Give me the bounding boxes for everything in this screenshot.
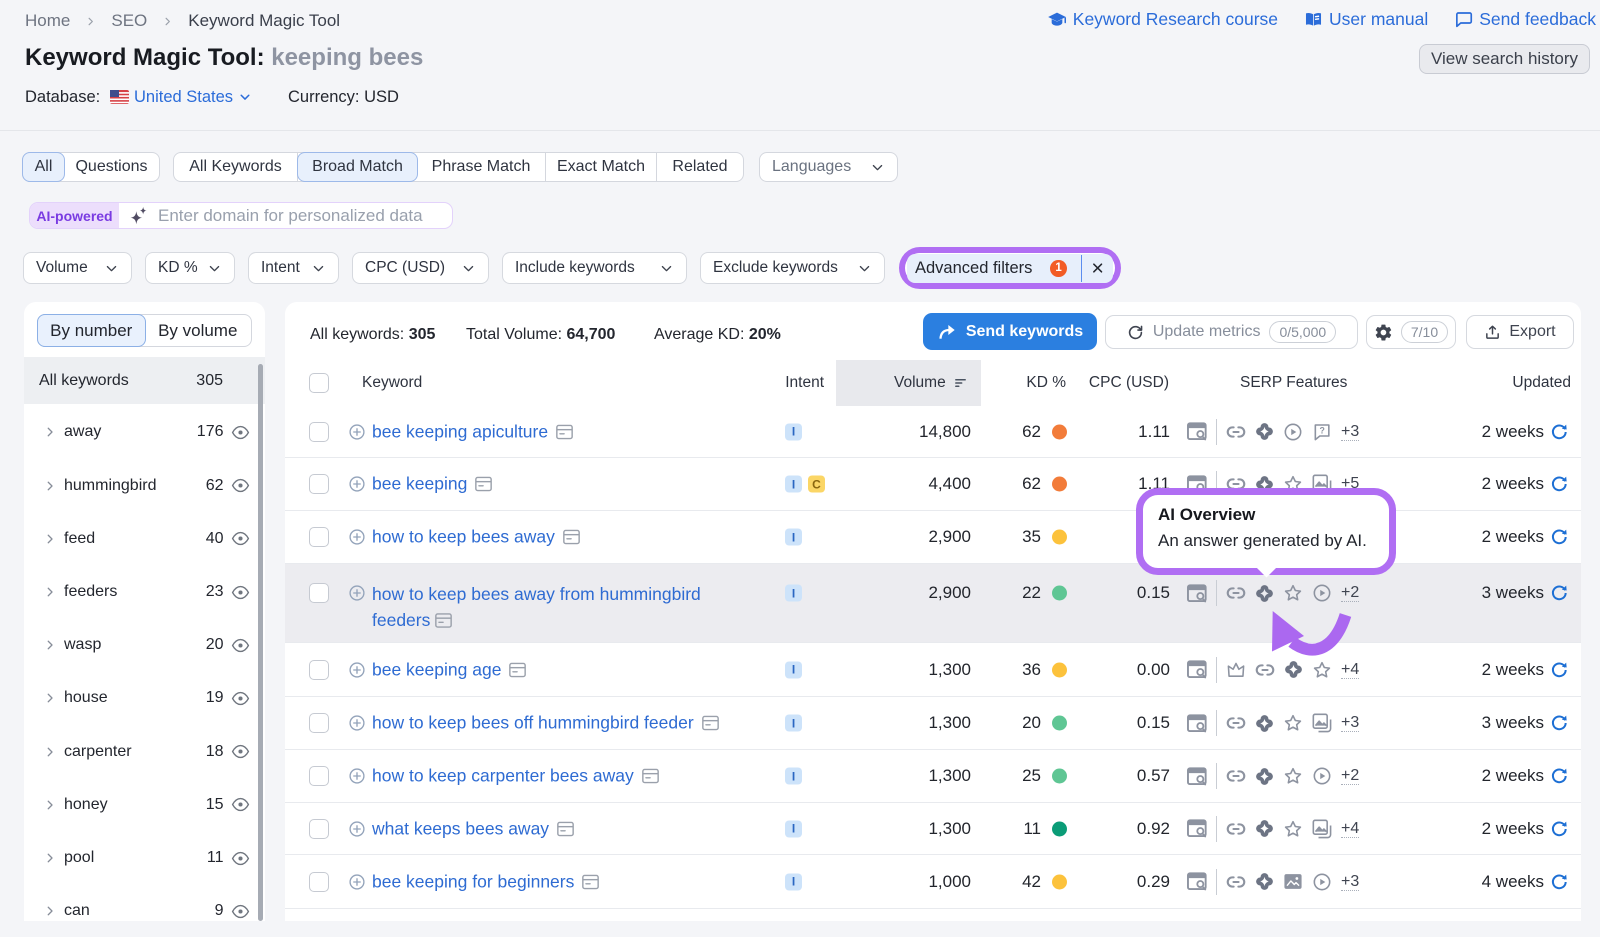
- svg-text:?: ?: [1319, 425, 1324, 435]
